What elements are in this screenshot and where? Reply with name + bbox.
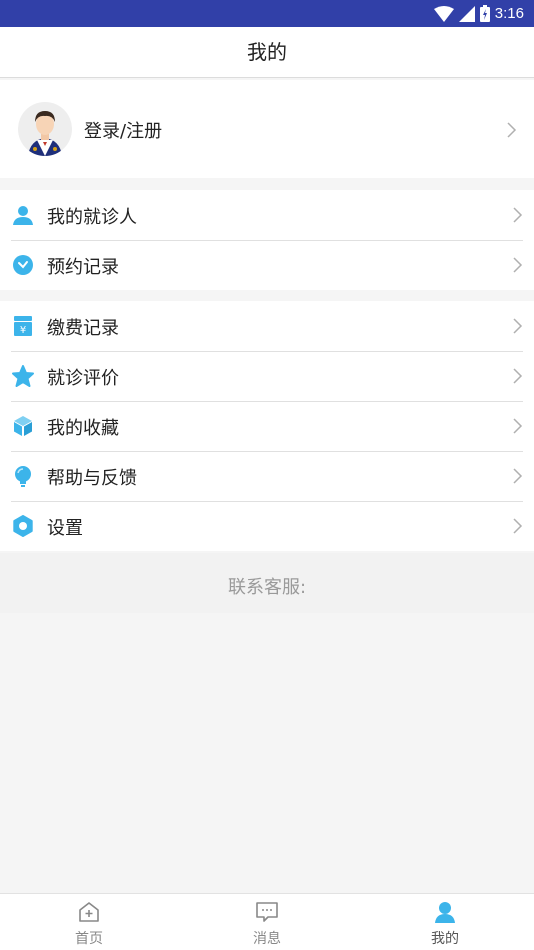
menu-item-label: 我的就诊人	[47, 207, 137, 228]
menu-item-visit-review[interactable]: 就诊评价	[0, 351, 534, 401]
tab-label: 首页	[75, 931, 103, 947]
menu-item-appointments[interactable]: 预约记录	[0, 240, 534, 290]
doctor-avatar-icon	[28, 111, 62, 156]
menu-group-patients: 我的就诊人 预约记录	[0, 190, 534, 290]
person-icon	[13, 206, 33, 225]
menu-item-my-patients[interactable]: 我的就诊人	[0, 190, 534, 240]
status-bar: 3:16	[0, 0, 534, 27]
cube-icon	[14, 416, 32, 436]
status-icons: 3:16	[433, 3, 524, 24]
bulb-icon	[15, 466, 31, 487]
chevron-right-icon	[513, 518, 523, 534]
page-title: 我的	[247, 40, 287, 64]
chevron-right-icon	[513, 418, 523, 434]
avatar[interactable]	[18, 102, 72, 156]
chevron-right-icon	[513, 257, 523, 273]
clock-icon	[13, 255, 33, 275]
battery-icon	[479, 5, 490, 22]
signal-icon	[458, 5, 475, 22]
chevron-right-icon	[513, 207, 523, 223]
menu-item-label: 设置	[47, 518, 83, 539]
menu-group-main: ¥ 缴费记录 就诊评价 我的收藏 帮助与反馈 设置	[0, 301, 534, 551]
message-icon	[256, 902, 278, 922]
title-bar: 我的	[0, 27, 534, 78]
menu-item-help-feedback[interactable]: 帮助与反馈	[0, 451, 534, 501]
bottom-tab-bar: 首页 消息 我的	[0, 893, 534, 950]
star-icon	[12, 365, 34, 387]
menu-item-settings[interactable]: 设置	[0, 501, 534, 551]
menu-item-label: 缴费记录	[47, 318, 119, 339]
chevron-right-icon	[513, 468, 523, 484]
home-icon	[79, 902, 99, 922]
svg-text:¥: ¥	[20, 325, 26, 336]
chevron-right-icon	[507, 122, 517, 138]
menu-item-favorites[interactable]: 我的收藏	[0, 401, 534, 451]
profile-icon	[435, 902, 455, 923]
menu-item-label: 预约记录	[47, 257, 119, 278]
tab-messages[interactable]: 消息	[178, 894, 356, 950]
tab-home[interactable]: 首页	[0, 894, 178, 950]
tab-label: 我的	[431, 931, 459, 947]
chevron-right-icon	[513, 318, 523, 334]
login-register-label: 登录/注册	[84, 121, 163, 142]
contact-service[interactable]: 联系客服:	[0, 553, 534, 613]
menu-item-payment-records[interactable]: ¥ 缴费记录	[0, 301, 534, 351]
login-row[interactable]: 登录/注册	[0, 80, 534, 178]
contact-service-label: 联系客服:	[227, 577, 307, 598]
settings-icon	[13, 515, 33, 537]
menu-item-label: 我的收藏	[47, 418, 119, 439]
menu-item-label: 帮助与反馈	[47, 468, 137, 489]
payment-icon: ¥	[14, 316, 32, 336]
wifi-icon	[433, 5, 454, 22]
tab-label: 消息	[253, 931, 281, 947]
chevron-right-icon	[513, 368, 523, 384]
tab-mine[interactable]: 我的	[356, 894, 534, 950]
menu-item-label: 就诊评价	[47, 368, 119, 389]
status-time: 3:16	[494, 5, 524, 22]
